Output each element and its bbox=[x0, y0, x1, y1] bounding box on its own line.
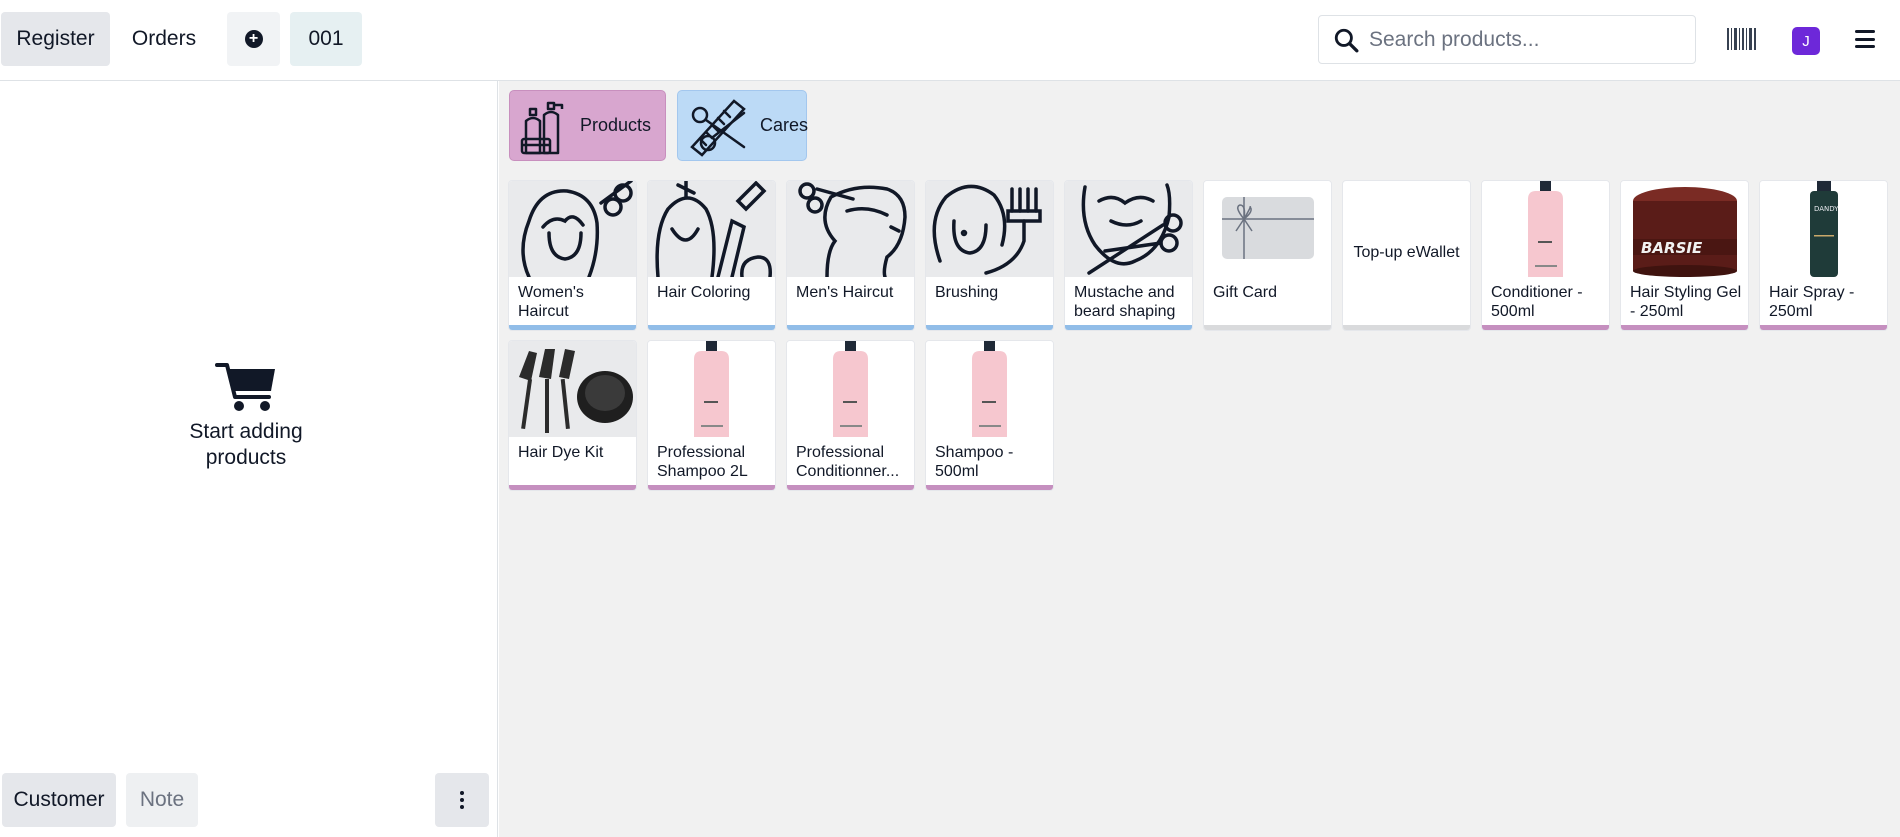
product-card-shampoo-500ml[interactable]: Shampoo - 500ml bbox=[925, 340, 1054, 491]
order-panel: Start adding products Customer Note bbox=[0, 81, 498, 837]
category-products[interactable]: Products bbox=[509, 90, 666, 161]
product-name: Gift Card bbox=[1213, 284, 1278, 301]
product-card-conditioner-500ml[interactable]: Conditioner - 500ml bbox=[1481, 180, 1610, 331]
kebab-icon bbox=[460, 791, 464, 809]
product-card-hair-coloring[interactable]: Hair Coloring bbox=[647, 180, 776, 331]
product-name: Women's Haircut bbox=[518, 284, 584, 320]
more-actions-button[interactable] bbox=[435, 773, 489, 827]
product-name: Conditioner - 500ml bbox=[1491, 284, 1583, 320]
svg-text:DANDY: DANDY bbox=[1814, 205, 1839, 213]
dye-kit-image bbox=[509, 341, 636, 437]
category-color-bar bbox=[1204, 325, 1331, 330]
product-name: Hair Coloring bbox=[657, 284, 751, 301]
woman-haircut-icon bbox=[509, 181, 636, 277]
gel-jar-image: BARSIE bbox=[1621, 181, 1748, 277]
product-card-womens-haircut[interactable]: Women's Haircut bbox=[508, 180, 637, 331]
product-search[interactable] bbox=[1318, 15, 1696, 64]
hamburger-menu-icon[interactable] bbox=[1855, 30, 1875, 48]
barcode-icon[interactable] bbox=[1727, 28, 1757, 50]
product-name: Hair Styling Gel - 250ml bbox=[1630, 284, 1742, 320]
note-button[interactable]: Note bbox=[126, 773, 198, 827]
category-color-bar bbox=[509, 325, 636, 330]
category-color-bar bbox=[648, 325, 775, 330]
plus-circle-icon: + bbox=[244, 30, 263, 48]
category-color-bar bbox=[787, 325, 914, 330]
category-cares[interactable]: Cares bbox=[677, 90, 809, 161]
pink-bottle-image bbox=[926, 341, 1053, 437]
search-icon bbox=[1334, 28, 1359, 52]
top-navbar: Register Orders + 001 J bbox=[0, 0, 1900, 81]
product-name: Hair Spray - 250ml bbox=[1769, 284, 1855, 320]
bottles-icon bbox=[520, 101, 564, 154]
product-card-hair-spray[interactable]: DANDY Hair Spray - 250ml bbox=[1759, 180, 1888, 331]
product-name: Professional Shampoo 2L bbox=[657, 444, 748, 480]
orders-tab[interactable]: Orders bbox=[116, 12, 212, 66]
spray-can-image: DANDY bbox=[1760, 181, 1887, 277]
gift-card-icon bbox=[1204, 181, 1331, 277]
category-color-bar bbox=[787, 485, 914, 490]
category-color-bar bbox=[1621, 325, 1748, 330]
product-card-hair-styling-gel[interactable]: BARSIE Hair Styling Gel - 250ml bbox=[1620, 180, 1749, 331]
product-card-professional-shampoo[interactable]: Professional Shampoo 2L bbox=[647, 340, 776, 491]
pink-bottle-image bbox=[648, 341, 775, 437]
product-card-beard-shaping[interactable]: Mustache and beard shaping bbox=[1064, 180, 1193, 331]
product-card-professional-conditionner[interactable]: Professional Conditionner... bbox=[786, 340, 915, 491]
category-color-bar bbox=[1343, 325, 1470, 330]
category-color-bar bbox=[1760, 325, 1887, 330]
product-card-brushing[interactable]: Brushing bbox=[925, 180, 1054, 331]
product-name: Men's Haircut bbox=[796, 284, 894, 301]
search-input[interactable] bbox=[1369, 27, 1669, 52]
order-tab-001[interactable]: 001 bbox=[290, 12, 362, 66]
empty-cart-message: Start adding products bbox=[0, 361, 492, 471]
shopping-cart-icon bbox=[215, 363, 275, 411]
new-order-button[interactable]: + bbox=[227, 12, 280, 66]
product-card-hair-dye-kit[interactable]: Hair Dye Kit bbox=[508, 340, 637, 491]
product-name: Shampoo - 500ml bbox=[935, 444, 1014, 480]
product-name: Brushing bbox=[935, 284, 999, 301]
pink-bottle-image bbox=[1482, 181, 1609, 277]
category-products-label: Products bbox=[580, 115, 652, 135]
product-card-gift-card[interactable]: Gift Card bbox=[1203, 180, 1332, 331]
user-avatar[interactable]: J bbox=[1792, 27, 1820, 55]
register-tab[interactable]: Register bbox=[1, 12, 110, 66]
category-color-bar bbox=[1482, 325, 1609, 330]
hair-coloring-icon bbox=[648, 181, 775, 277]
men-haircut-icon bbox=[787, 181, 914, 277]
product-name: Hair Dye Kit bbox=[518, 444, 604, 461]
comb-scissors-icon bbox=[690, 98, 746, 157]
product-area: Products Cares Women's Haircut Hair Colo… bbox=[499, 81, 1900, 837]
category-color-bar bbox=[926, 325, 1053, 330]
product-card-topup-ewallet[interactable]: Top-up eWallet bbox=[1342, 180, 1471, 331]
brushing-icon bbox=[926, 181, 1053, 277]
product-name: Professional Conditionner... bbox=[796, 444, 900, 480]
product-name: Mustache and beard shaping bbox=[1074, 284, 1176, 320]
product-card-mens-haircut[interactable]: Men's Haircut bbox=[786, 180, 915, 331]
beard-shaping-icon bbox=[1065, 181, 1192, 277]
svg-text:BARSIE: BARSIE bbox=[1641, 239, 1703, 257]
customer-button[interactable]: Customer bbox=[2, 773, 116, 827]
category-color-bar bbox=[1065, 325, 1192, 330]
empty-cart-text: Start adding products bbox=[189, 420, 303, 469]
category-color-bar bbox=[509, 485, 636, 490]
category-cares-label: Cares bbox=[760, 115, 809, 135]
product-name: Top-up eWallet bbox=[1353, 244, 1460, 261]
pink-bottle-image bbox=[787, 341, 914, 437]
category-color-bar bbox=[648, 485, 775, 490]
category-color-bar bbox=[926, 485, 1053, 490]
